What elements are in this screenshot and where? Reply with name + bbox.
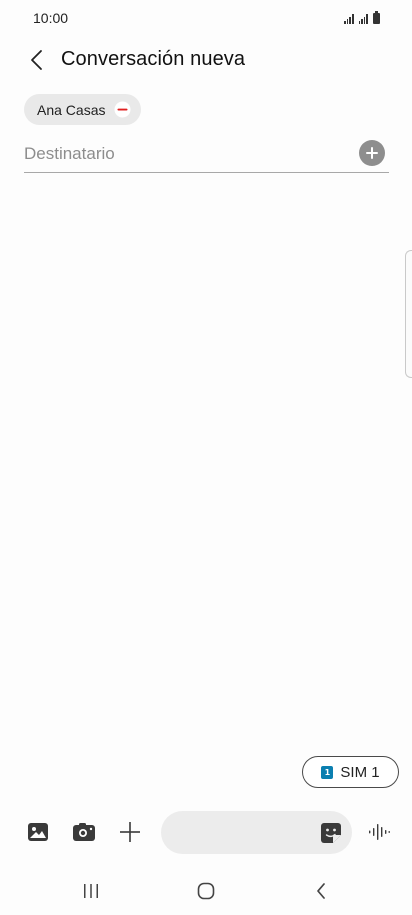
- header: Conversación nueva: [0, 40, 412, 80]
- battery-icon: [373, 11, 380, 24]
- minus-circle-icon: [114, 101, 131, 118]
- home-button[interactable]: [186, 876, 226, 906]
- nav-back-button[interactable]: [301, 876, 341, 906]
- recipient-input[interactable]: [24, 140, 344, 168]
- voice-record-button[interactable]: [365, 818, 393, 846]
- composer: [0, 810, 412, 855]
- sticker-icon: [321, 823, 341, 843]
- remove-recipient-button[interactable]: [114, 101, 131, 118]
- navigation-bar: [0, 868, 412, 915]
- gallery-icon: [28, 823, 48, 841]
- signal-icon: [358, 14, 368, 24]
- sticker-button[interactable]: [320, 822, 342, 844]
- sim-label: SIM 1: [340, 763, 380, 781]
- screen: 10:00 Conversación nueva Ana Casas Desti…: [0, 0, 412, 915]
- sim-card-icon: 1: [321, 765, 334, 779]
- gallery-button[interactable]: [24, 818, 52, 846]
- status-bar: 10:00: [0, 0, 412, 34]
- attach-button[interactable]: [116, 818, 144, 846]
- recipient-chip[interactable]: Ana Casas: [24, 94, 142, 125]
- status-icons: [344, 10, 380, 24]
- status-time: 10:00: [33, 10, 69, 26]
- chevron-left-icon: [31, 50, 42, 70]
- camera-button[interactable]: [70, 818, 98, 846]
- back-button[interactable]: [24, 46, 50, 74]
- plus-icon: [366, 147, 378, 159]
- page-title: Conversación nueva: [61, 48, 246, 70]
- message-input[interactable]: [177, 819, 307, 845]
- recipient-chip-label: Ana Casas: [37, 101, 106, 118]
- recent-apps-button[interactable]: [71, 876, 111, 906]
- add-contact-button[interactable]: [359, 140, 385, 166]
- recent-apps-icon: [84, 884, 98, 898]
- back-icon: [317, 883, 325, 899]
- signal-icon: [344, 14, 354, 24]
- recipient-field: [24, 138, 389, 173]
- voice-recorder-icon: [369, 824, 390, 840]
- message-input-container: [161, 811, 352, 854]
- home-icon: [197, 882, 215, 900]
- camera-icon: [73, 823, 95, 841]
- sim-select-button[interactable]: 1 SIM 1: [302, 756, 399, 788]
- plus-icon: [120, 822, 140, 842]
- edge-panel-handle[interactable]: [405, 250, 412, 378]
